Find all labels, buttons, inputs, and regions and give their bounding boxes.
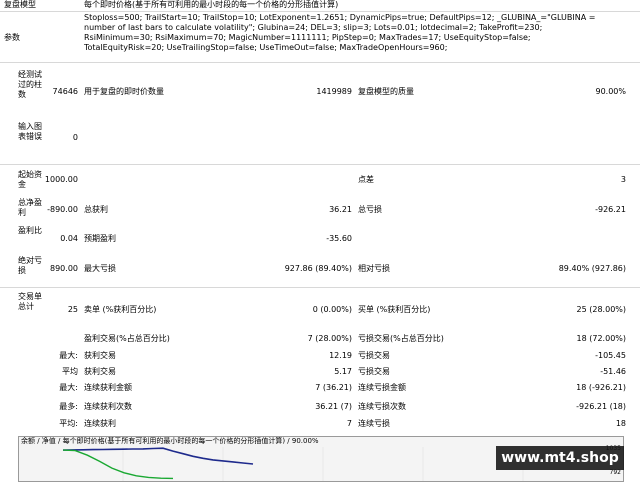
balance-line — [62, 447, 254, 465]
avg-consec-wins-label: 连续获利 — [84, 419, 116, 428]
errors-value: 0 — [72, 133, 78, 142]
largest-profit-value: 12.19 — [329, 351, 352, 360]
avg-consec-losses-label: 连续亏损 — [358, 419, 390, 428]
max-consec-amt-losses-value: -926.21 (18) — [576, 402, 626, 411]
y-tick-label: 792 — [609, 469, 621, 476]
total-trades-value: 25 — [67, 305, 78, 314]
gross-profit-value: 36.21 — [329, 205, 352, 214]
average-profit-label: 获利交易 — [84, 367, 116, 376]
short-trades-value: 0 (0.00%) — [312, 305, 352, 314]
profit-factor-value: 0.04 — [60, 234, 78, 243]
profit-trades-value: 7 (28.00%) — [307, 334, 352, 343]
quality-value: 90.00% — [595, 87, 626, 96]
params-value: Stoploss=500; TrailStart=10; TrailStop=1… — [84, 13, 596, 52]
net-profit-value: -890.00 — [47, 205, 78, 214]
ticks-value: 1419989 — [316, 87, 352, 96]
average-loss-label: 亏损交易 — [358, 367, 390, 376]
bars-label: 经测试过的柱数 — [18, 70, 42, 99]
rel-drawdown-value: 89.40% (927.86) — [558, 264, 626, 273]
short-trades-label: 卖单 (%获利百分比) — [84, 305, 157, 314]
expected-payoff-label: 预期盈利 — [84, 234, 116, 243]
average-prefix: 平均 — [62, 367, 78, 376]
long-trades-label: 买单 (%获利百分比) — [358, 305, 431, 314]
average-profit-value: 5.17 — [334, 367, 352, 376]
max-consec-losses-value: 18 (-926.21) — [576, 383, 626, 392]
abs-drawdown-value: 890.00 — [50, 264, 78, 273]
deposit-value: 1000.00 — [44, 175, 78, 184]
gross-loss-value: -926.21 — [595, 205, 626, 214]
loss-trades-label: 亏损交易(%占总百分比) — [358, 334, 444, 343]
errors-label: 输入图表错误 — [18, 122, 42, 141]
bars-value: 74646 — [52, 87, 78, 96]
largest-prefix: 最大: — [59, 351, 78, 360]
rel-drawdown-label: 相对亏损 — [358, 264, 390, 273]
loss-trades-value: 18 (72.00%) — [576, 334, 626, 343]
expected-payoff-value: -35.60 — [326, 234, 352, 243]
max-drawdown-value: 927.86 (89.40%) — [284, 264, 352, 273]
model-value: 每个即时价格(基于所有可利用的最小时段的每一个价格的分形插值计算) — [84, 0, 339, 9]
params-label: 参数 — [4, 33, 20, 42]
largest-profit-label: 获利交易 — [84, 351, 116, 360]
average-loss-value: -51.46 — [600, 367, 626, 376]
model-label: 复盘模型 — [4, 0, 36, 9]
max-consec-prefix: 最大: — [59, 383, 78, 392]
gross-loss-label: 总亏损 — [358, 205, 382, 214]
max-consec-amt-wins-value: 36.21 (7) — [315, 402, 352, 411]
watermark-badge: www.mt4.shop — [496, 446, 624, 470]
largest-loss-label: 亏损交易 — [358, 351, 390, 360]
profit-trades-label: 盈利交易(%占总百分比) — [84, 334, 170, 343]
max-consec-amt-wins-label: 连续获利次数 — [84, 402, 132, 411]
equity-line — [62, 449, 174, 480]
avg-consec-losses-value: 18 — [615, 419, 626, 428]
long-trades-value: 25 (28.00%) — [576, 305, 626, 314]
avg-consec-prefix: 平均: — [59, 419, 78, 428]
largest-loss-value: -105.45 — [595, 351, 626, 360]
spread-label: 点差 — [358, 175, 374, 184]
ticks-label: 用于复盘的即时价数量 — [84, 87, 164, 96]
max-consec-wins-label: 连续获利金额 — [84, 383, 132, 392]
chart-caption: 余额 / 净值 / 每个即时价格(基于所有可利用的最小时段的每一个价格的分形插值… — [21, 437, 319, 445]
max-consec-wins-value: 7 (36.21) — [315, 383, 352, 392]
spread-value: 3 — [620, 175, 626, 184]
avg-consec-wins-value: 7 — [346, 419, 352, 428]
quality-label: 复盘模型的质量 — [358, 87, 414, 96]
max-consec-amt-losses-label: 连续亏损次数 — [358, 402, 406, 411]
max-drawdown-label: 最大亏损 — [84, 264, 116, 273]
max-consec-amt-prefix: 最多: — [59, 402, 78, 411]
max-consec-losses-label: 连续亏损金额 — [358, 383, 406, 392]
gross-profit-label: 总获利 — [84, 205, 108, 214]
